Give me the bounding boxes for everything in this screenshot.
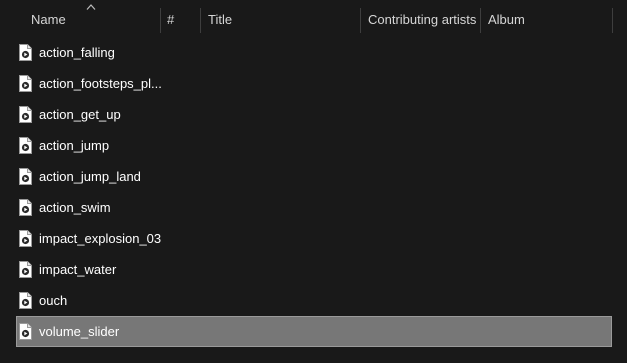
file-name: action_jump [39, 138, 110, 153]
column-header-row: Name # Title Contributing artists Album [0, 0, 627, 40]
file-name: action_jump_land [39, 169, 141, 184]
column-divider[interactable] [480, 8, 481, 33]
column-header-album[interactable]: Album [488, 0, 608, 40]
file-name: impact_explosion_03 [39, 231, 162, 246]
audio-file-icon [19, 199, 32, 216]
file-row[interactable]: ouch [16, 285, 612, 316]
column-divider[interactable] [160, 8, 161, 33]
audio-file-icon [19, 292, 32, 309]
file-name: action_falling [39, 45, 115, 60]
audio-file-icon [19, 106, 32, 123]
audio-file-icon [19, 230, 32, 247]
file-name: ouch [39, 293, 68, 308]
file-row-selected[interactable]: volume_slider [16, 316, 612, 347]
column-header-name[interactable]: Name [31, 0, 159, 40]
audio-file-icon [19, 323, 32, 340]
file-row[interactable]: impact_water [16, 254, 612, 285]
file-row[interactable]: impact_explosion_03 [16, 223, 612, 254]
column-divider[interactable] [200, 8, 201, 33]
file-name: action_swim [39, 200, 111, 215]
file-row[interactable]: action_jump [16, 130, 612, 161]
file-row[interactable]: action_footsteps_pl... [16, 68, 612, 99]
column-header-number[interactable]: # [167, 0, 199, 40]
file-row[interactable]: action_get_up [16, 99, 612, 130]
file-row[interactable]: action_jump_land [16, 161, 612, 192]
audio-file-icon [19, 261, 32, 278]
file-row[interactable]: action_falling [16, 37, 612, 68]
file-name: impact_water [39, 262, 117, 277]
audio-file-icon [19, 44, 32, 61]
column-header-contributing-artists[interactable]: Contributing artists [368, 0, 480, 40]
file-name: action_get_up [39, 107, 121, 122]
column-divider[interactable] [612, 8, 613, 33]
audio-file-icon [19, 75, 32, 92]
column-header-title[interactable]: Title [208, 0, 360, 40]
file-list: action_falling action_footsteps_pl... ac… [0, 37, 627, 347]
file-row[interactable]: action_swim [16, 192, 612, 223]
audio-file-icon [19, 168, 32, 185]
file-name: action_footsteps_pl... [39, 76, 162, 91]
file-name: volume_slider [39, 324, 120, 339]
file-explorer-details-view: Name # Title Contributing artists Album … [0, 0, 627, 363]
audio-file-icon [19, 137, 32, 154]
column-divider[interactable] [360, 8, 361, 33]
